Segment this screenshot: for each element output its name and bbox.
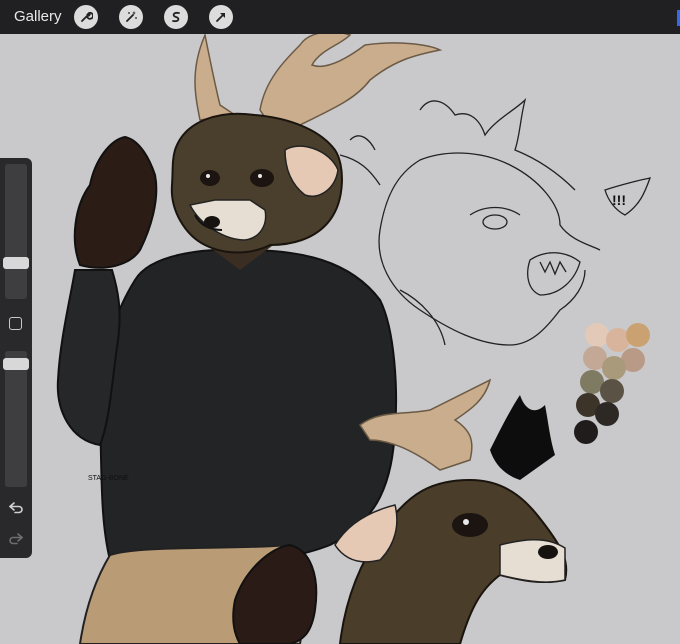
selection-icon[interactable] [164,5,188,29]
magic-wand-icon[interactable] [119,5,143,29]
drawing-canvas[interactable]: !!! STAG-BONE [0,34,680,644]
redo-icon[interactable] [8,532,24,546]
brush-size-slider[interactable] [5,164,27,299]
square-icon[interactable] [9,317,22,330]
sketch-head [339,97,651,346]
brush-sidebar [0,158,32,558]
artwork: !!! STAG-BONE [56,34,651,644]
antler-left [194,34,238,121]
antler-right [259,34,443,126]
antler-silhouette [490,395,555,480]
brush-size-thumb[interactable] [3,257,29,269]
signature: STAG-BONE [88,475,129,482]
undo-icon[interactable] [8,501,24,515]
figure-sweater [98,248,398,569]
color-palette [574,323,650,444]
wrench-icon[interactable] [74,5,98,29]
opacity-thumb[interactable] [3,358,29,370]
opacity-slider[interactable] [5,351,27,487]
gallery-button[interactable]: Gallery [14,8,62,25]
sketch-exclamation: !!! [612,192,626,208]
figure-hand [73,135,158,269]
top-toolbar: Gallery [0,0,680,34]
transform-arrow-icon[interactable] [209,5,233,29]
